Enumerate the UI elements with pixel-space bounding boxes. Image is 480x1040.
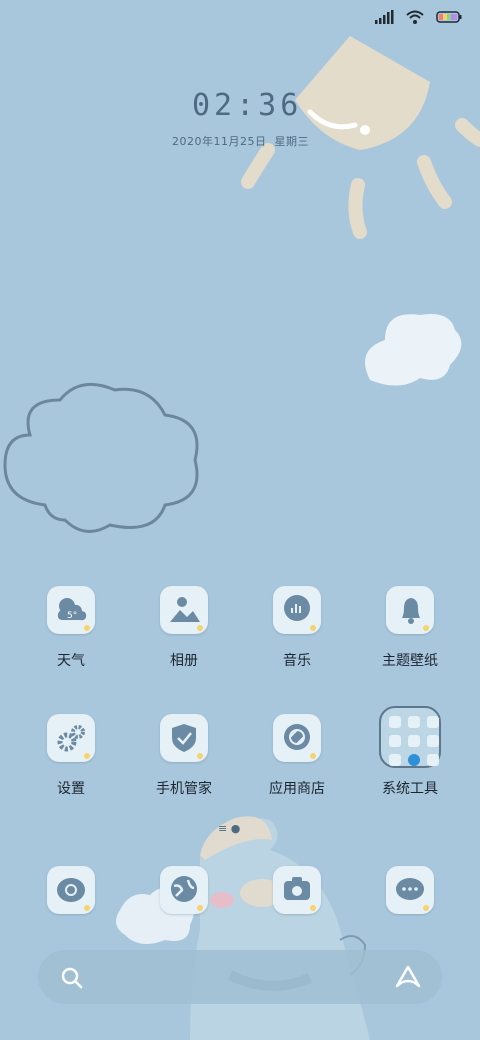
- settings-icon: [47, 714, 95, 762]
- battery-icon: [436, 11, 462, 23]
- clock-date[interactable]: 2020年11月25日 星期三: [172, 133, 317, 149]
- folder-icon: [379, 706, 441, 768]
- security-icon: [160, 714, 208, 762]
- wifi-icon: [406, 10, 424, 24]
- status-bar: [374, 10, 462, 24]
- assistant-icon[interactable]: [394, 964, 422, 990]
- app-label: 主题壁纸: [382, 653, 438, 669]
- messages-icon: [386, 866, 434, 914]
- clock-time[interactable]: 02:36: [192, 88, 302, 123]
- search-icon[interactable]: [60, 966, 84, 990]
- browser-icon: [160, 866, 208, 914]
- page-indicator[interactable]: ≡ ●: [218, 822, 240, 835]
- app-label: 天气: [57, 653, 85, 669]
- app-weather[interactable]: 5° 天气: [16, 586, 126, 670]
- dock-browser[interactable]: [129, 866, 239, 914]
- app-label: 系统工具: [382, 781, 438, 797]
- search-bar[interactable]: [38, 950, 442, 1004]
- gallery-icon: [160, 586, 208, 634]
- weather-icon: 5°: [47, 586, 95, 634]
- app-store[interactable]: 应用商店: [242, 714, 352, 798]
- dock-phone[interactable]: [16, 866, 126, 914]
- weekday-text: 星期三: [274, 135, 309, 148]
- signal-icon: [375, 10, 394, 24]
- app-label: 应用商店: [269, 781, 325, 797]
- theme-icon: [386, 586, 434, 634]
- music-icon: [273, 586, 321, 634]
- folder-system-tools[interactable]: 系统工具: [355, 706, 465, 798]
- camera-icon: [273, 866, 321, 914]
- app-label: 相册: [170, 653, 198, 669]
- app-label: 手机管家: [156, 781, 212, 797]
- date-text: 2020年11月25日: [172, 135, 267, 148]
- dock-messages[interactable]: [355, 866, 465, 914]
- app-music[interactable]: 音乐: [242, 586, 352, 670]
- weather-badge: 5°: [67, 611, 77, 621]
- phone-icon: [47, 866, 95, 914]
- app-store-icon: [273, 714, 321, 762]
- app-gallery[interactable]: 相册: [129, 586, 239, 670]
- app-settings[interactable]: 设置: [16, 714, 126, 798]
- app-label: 音乐: [283, 653, 311, 669]
- app-label: 设置: [57, 781, 85, 797]
- app-theme[interactable]: 主题壁纸: [355, 586, 465, 670]
- app-security[interactable]: 手机管家: [129, 714, 239, 798]
- dock-camera[interactable]: [242, 866, 352, 914]
